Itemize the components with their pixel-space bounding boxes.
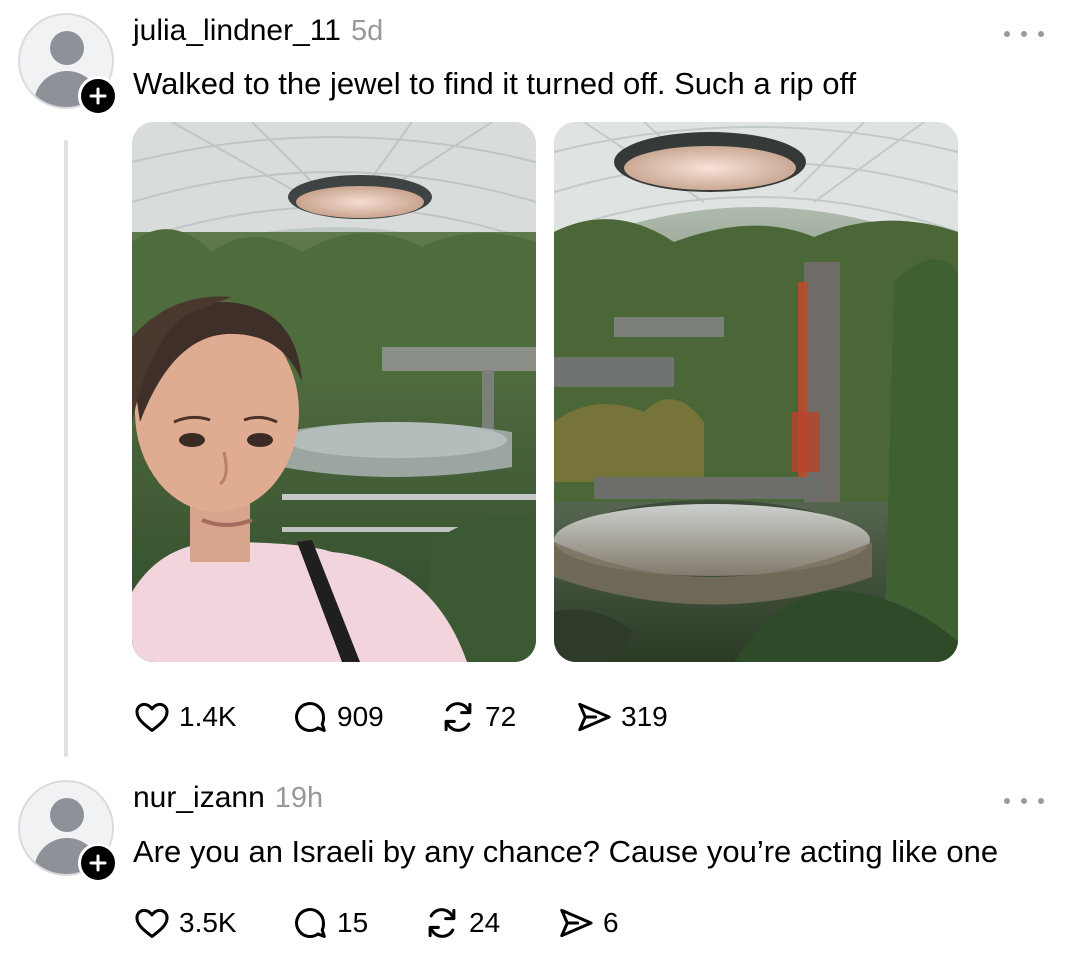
repost-button[interactable]: 72 <box>439 698 575 736</box>
post-actions: 1.4K 909 72 319 <box>133 698 668 736</box>
reply-button[interactable]: 909 <box>291 698 439 736</box>
reply-button[interactable]: 15 <box>291 904 423 942</box>
comment-icon <box>295 702 326 732</box>
reply-count: 15 <box>337 907 369 938</box>
post-header: julia_lindner_11 5d <box>133 14 383 48</box>
heart-icon <box>135 908 169 938</box>
like-button[interactable]: 1.4K <box>133 698 291 736</box>
plus-icon <box>89 854 107 872</box>
send-icon <box>578 702 611 732</box>
thread-post: julia_lindner_11 5d Walked to the jewel … <box>0 0 1080 765</box>
repost-button[interactable]: 24 <box>423 904 557 942</box>
repost-count: 72 <box>485 701 517 732</box>
username[interactable]: nur_izann <box>133 781 265 815</box>
default-avatar-icon <box>50 31 84 65</box>
post-text: Walked to the jewel to find it turned of… <box>133 66 857 101</box>
like-button[interactable]: 3.5K <box>133 904 291 942</box>
reply-post: nur_izann 19h Are you an Israeli by any … <box>0 765 1080 970</box>
like-count: 3.5K <box>179 907 237 938</box>
share-button[interactable]: 6 <box>557 904 619 942</box>
post-image-garden[interactable] <box>554 122 958 662</box>
follow-button[interactable] <box>78 76 118 116</box>
post-header: nur_izann 19h <box>133 781 323 815</box>
timestamp: 19h <box>274 782 324 814</box>
share-button[interactable]: 319 <box>575 698 668 736</box>
more-options-button[interactable] <box>1004 791 1044 811</box>
repost-icon <box>428 908 456 938</box>
more-horizontal-icon <box>1004 31 1010 37</box>
timestamp: 5d <box>350 15 384 47</box>
share-count: 319 <box>621 701 668 732</box>
send-icon <box>560 908 593 938</box>
share-count: 6 <box>603 907 619 938</box>
default-avatar-icon <box>50 798 84 832</box>
repost-icon <box>444 702 472 732</box>
reply-count: 909 <box>337 701 384 732</box>
plus-icon <box>89 87 107 105</box>
garden-photo <box>554 122 958 662</box>
more-options-button[interactable] <box>1004 24 1044 44</box>
post-image-selfie[interactable] <box>132 122 536 662</box>
heart-icon <box>135 702 169 732</box>
thread-line <box>64 140 68 757</box>
post-text: Are you an Israeli by any chance? Cause … <box>133 834 999 869</box>
follow-button[interactable] <box>78 843 118 883</box>
repost-count: 24 <box>469 907 501 938</box>
comment-icon <box>295 908 326 938</box>
username[interactable]: julia_lindner_11 <box>133 14 341 48</box>
more-horizontal-icon <box>1004 798 1010 804</box>
selfie-photo <box>132 122 536 662</box>
like-count: 1.4K <box>179 701 237 732</box>
post-actions: 3.5K 15 24 6 <box>133 904 619 942</box>
